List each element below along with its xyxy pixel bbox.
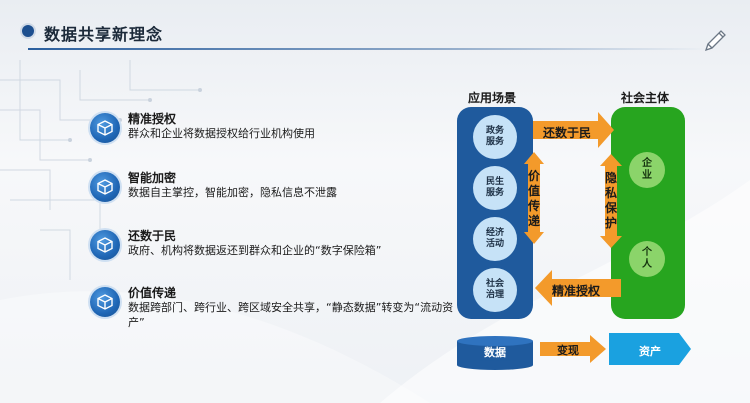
right-vertical-label: 隐私保护 [604,171,617,230]
bottom-arrow-label: 精准授权 [552,284,601,298]
asset-label: 资产 [639,345,661,358]
convert-label: 变现 [557,344,579,357]
left-vertical-label: 价值传递 [527,169,540,228]
top-arrow-label: 还数于民 [543,126,592,140]
data-label: 数据 [484,346,506,359]
